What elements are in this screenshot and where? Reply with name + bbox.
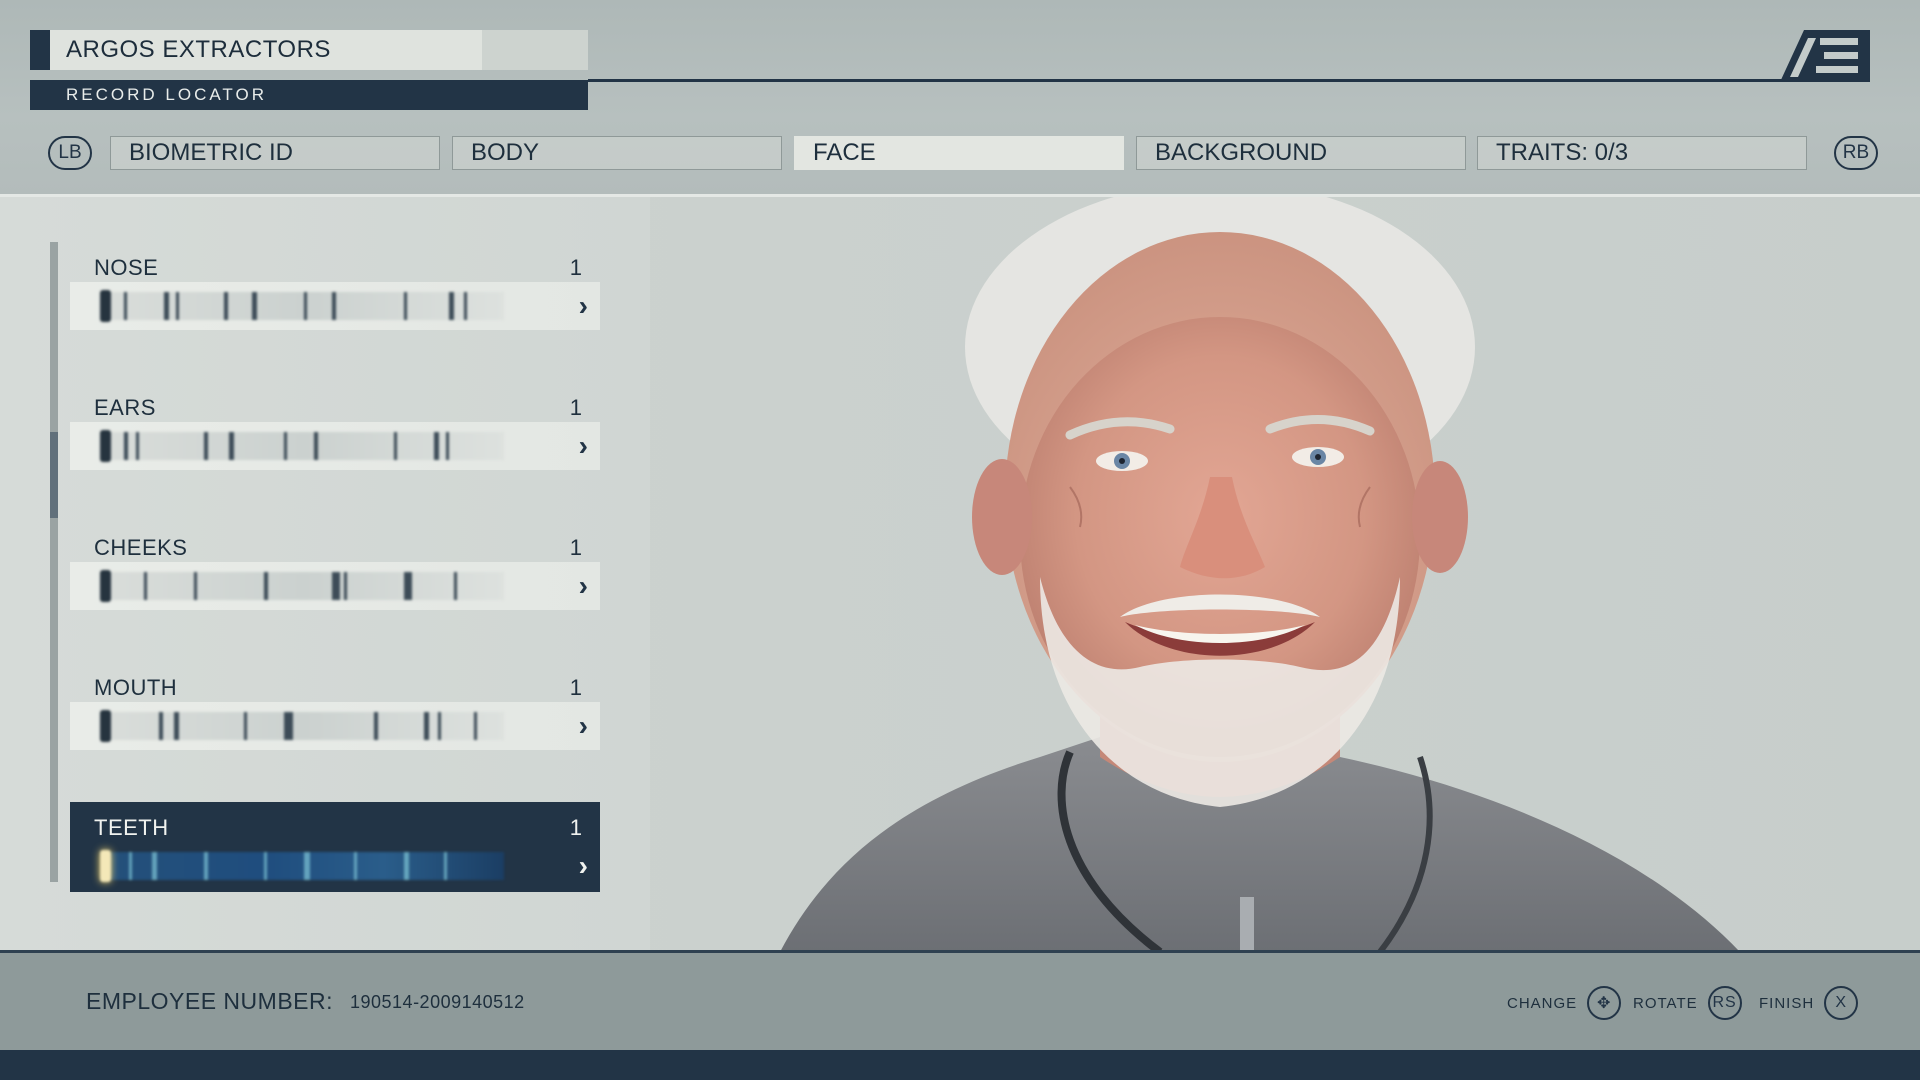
change-hint[interactable]: CHANGE ✥ <box>1507 983 1622 1023</box>
tab-background[interactable]: BACKGROUND <box>1136 136 1466 170</box>
hint-label: CHANGE <box>1507 994 1578 1012</box>
record-locator: RECORD LOCATOR <box>30 80 588 110</box>
barcode-graphic <box>100 430 504 462</box>
slider-handle[interactable] <box>100 850 111 882</box>
title-accent <box>30 30 50 70</box>
hint-label: FINISH <box>1759 994 1815 1012</box>
footer-strip <box>0 1050 1920 1080</box>
scrollbar-track[interactable] <box>50 242 58 882</box>
option-label: MOUTH <box>94 675 178 700</box>
barcode-graphic <box>100 570 504 602</box>
finish-hint[interactable]: FINISH X <box>1759 983 1859 1023</box>
chevron-right-icon[interactable]: › <box>579 852 588 880</box>
chevron-right-icon[interactable]: › <box>579 432 588 460</box>
option-label: NOSE <box>94 255 159 280</box>
lb-bumper-button[interactable]: LB <box>48 136 92 170</box>
rb-bumper-button[interactable]: RB <box>1834 136 1878 170</box>
slider-handle[interactable] <box>100 570 111 602</box>
chevron-right-icon[interactable]: › <box>579 292 588 320</box>
option-slider[interactable]: › <box>70 562 600 610</box>
tab-biometric-id[interactable]: BIOMETRIC ID <box>110 136 440 170</box>
chevron-right-icon[interactable]: › <box>579 572 588 600</box>
option-label: EARS <box>94 395 156 420</box>
rotate-hint[interactable]: ROTATE RS <box>1633 983 1742 1023</box>
slider-handle[interactable] <box>100 290 111 322</box>
barcode-graphic <box>100 290 504 322</box>
hint-label: ROTATE <box>1633 994 1698 1012</box>
x-button-icon[interactable]: X <box>1824 986 1859 1020</box>
header-divider <box>588 79 1783 82</box>
option-value: 1 <box>569 255 582 280</box>
ae-logo <box>1780 30 1870 82</box>
option-slider[interactable]: › <box>70 842 600 890</box>
option-value: 1 <box>569 535 582 560</box>
option-label: TEETH <box>94 815 169 840</box>
barcode-graphic <box>100 710 504 742</box>
company-title: ARGOS EXTRACTORS <box>50 30 482 70</box>
dpad-icon[interactable]: ✥ <box>1587 986 1622 1020</box>
option-value: 1 <box>569 675 582 700</box>
option-slider[interactable]: › <box>70 282 600 330</box>
option-label: CHEEKS <box>94 535 188 560</box>
slider-handle[interactable] <box>100 710 111 742</box>
employee-number-value: 190514-2009140512 <box>350 992 525 1012</box>
option-value: 1 <box>569 395 582 420</box>
tab-face[interactable]: FACE <box>794 136 1124 170</box>
option-slider[interactable]: › <box>70 702 600 750</box>
tab-body[interactable]: BODY <box>452 136 782 170</box>
option-value: 1 <box>569 815 582 840</box>
tab-traits[interactable]: TRAITS: 0/3 <box>1477 136 1807 170</box>
option-slider[interactable]: › <box>70 422 600 470</box>
rs-button-icon[interactable]: RS <box>1707 986 1742 1020</box>
employee-number-label: EMPLOYEE NUMBER: <box>86 988 333 1014</box>
chevron-right-icon[interactable]: › <box>579 712 588 740</box>
scrollbar-thumb[interactable] <box>50 432 58 518</box>
title-extension <box>482 30 588 70</box>
barcode-graphic <box>100 850 504 882</box>
slider-handle[interactable] <box>100 430 111 462</box>
character-portrait[interactable] <box>740 197 1920 952</box>
